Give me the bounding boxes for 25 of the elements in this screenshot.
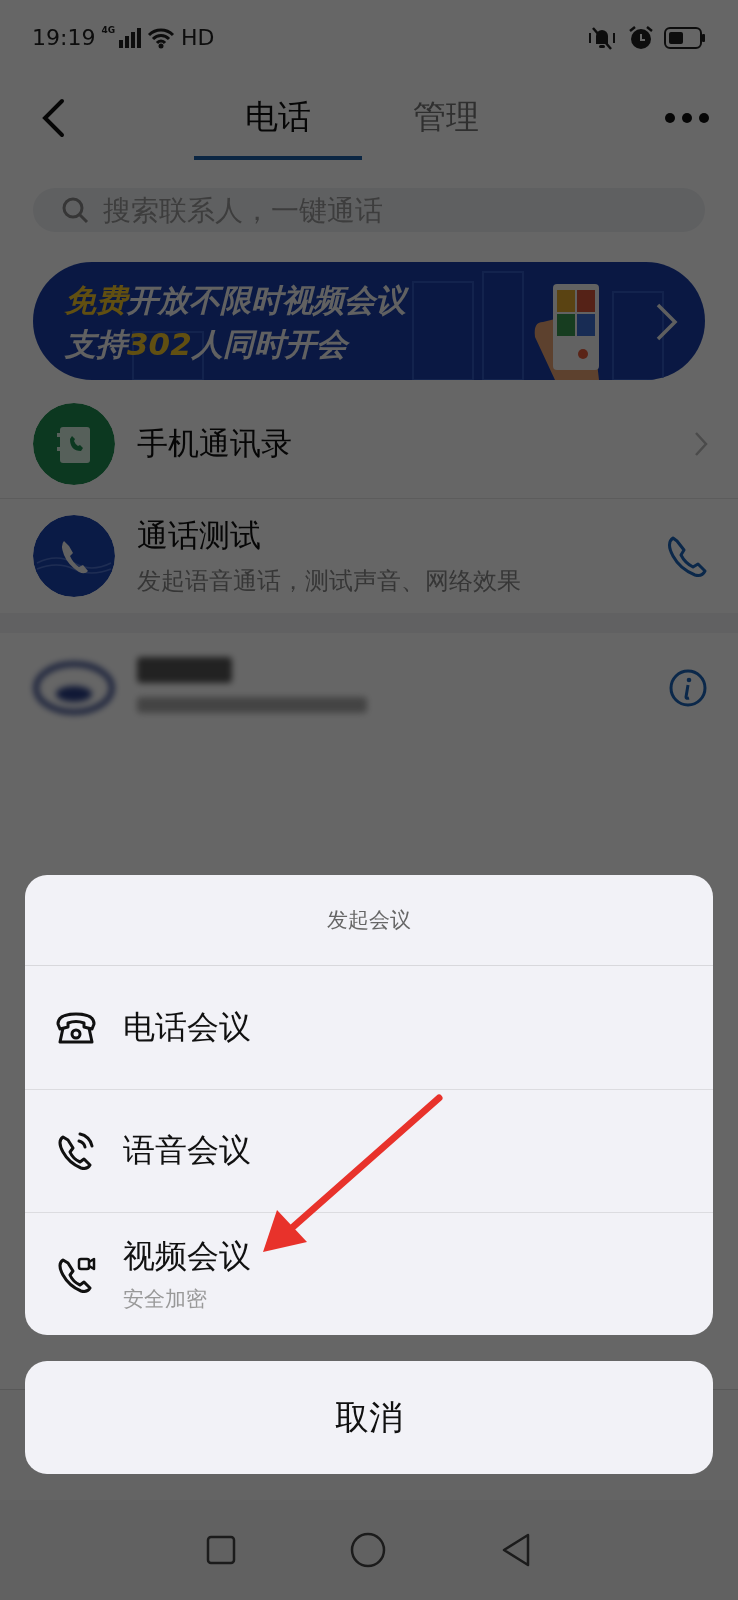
home-icon[interactable] — [349, 1531, 387, 1569]
entry-title[interactable]: 通话测试 — [137, 515, 642, 557]
battery-icon — [664, 26, 706, 49]
contacts-book-icon — [33, 403, 115, 485]
phone-avatar-icon — [33, 515, 115, 597]
sheet-title: 发起会议 — [25, 875, 713, 966]
info-icon[interactable] — [668, 668, 708, 708]
wifi-icon — [147, 26, 176, 49]
signal-icon — [119, 27, 142, 48]
back-icon[interactable] — [40, 97, 66, 138]
alarm-icon — [628, 24, 654, 51]
entry-title[interactable]: 手机通讯录 — [137, 423, 672, 465]
sheet-option[interactable]: 电话会议 — [25, 966, 713, 1089]
chevron-icon[interactable] — [694, 431, 708, 457]
search-icon — [61, 196, 89, 224]
sheet-option[interactable]: 语音会议 — [25, 1089, 713, 1212]
more-icon[interactable] — [664, 111, 710, 124]
clock-time: 19:19 — [32, 25, 96, 50]
hd-label: HD — [181, 25, 215, 50]
tab[interactable]: 电话 — [194, 75, 362, 160]
recents-icon[interactable] — [206, 1535, 237, 1565]
cancel-button[interactable]: 取消 — [25, 1361, 713, 1474]
banner-text: 免费开放不限时视频会议 — [65, 280, 705, 320]
banner-text: 支持302人同时开会 — [65, 324, 705, 364]
network-type: 4G — [101, 24, 116, 35]
